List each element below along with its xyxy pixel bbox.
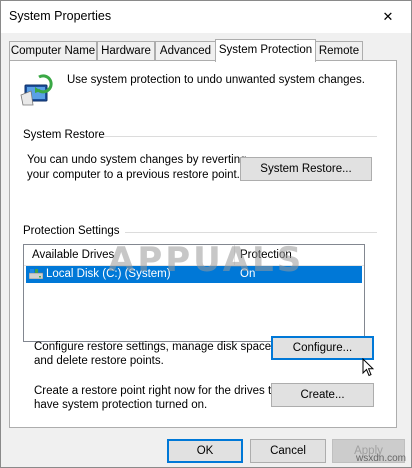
title-bar[interactable]: System Properties ✕ [1,1,411,33]
tab-remote[interactable]: Remote [315,41,363,60]
create-button[interactable]: Create... [271,383,374,407]
window-title: System Properties [9,9,112,23]
configure-description-line1: Configure restore settings, manage disk … [34,341,275,353]
create-description: Create a restore point right now for the… [34,384,287,412]
close-icon: ✕ [382,9,394,24]
site-watermark: wsxdn.com [355,453,406,464]
mouse-cursor-icon [362,357,375,380]
create-description-line1: Create a restore point right now for the… [34,385,288,397]
configure-description-line2: and delete restore points. [34,355,164,367]
cancel-button[interactable]: Cancel [250,439,326,463]
tab-advanced[interactable]: Advanced [155,41,216,60]
tab-hardware[interactable]: Hardware [97,41,155,60]
system-restore-group-label: System Restore [23,129,105,141]
system-properties-window: System Properties ✕ Computer Name Hardwa… [0,0,412,468]
system-restore-description: You can undo system changes by reverting… [27,153,247,183]
tab-system-protection[interactable]: System Protection [215,39,316,62]
group-divider [125,232,377,233]
tab-computer-name[interactable]: Computer Name [9,41,97,60]
system-restore-description-line2: your computer to a previous restore poin… [27,169,240,181]
create-description-line2: have system protection turned on. [34,399,208,411]
system-restore-description-line1: You can undo system changes by reverting [27,154,247,166]
intro-text: Use system protection to undo unwanted s… [67,74,365,86]
computer-shield-icon [19,71,57,107]
close-button[interactable]: ✕ [365,1,411,33]
group-divider [101,136,377,137]
column-header-available-drives[interactable]: Available Drives [32,249,114,261]
ok-button[interactable]: OK [167,439,243,463]
configure-description: Configure restore settings, manage disk … [34,340,274,368]
protection-settings-group-label: Protection Settings [23,225,120,237]
appuals-watermark: APPUALS [108,240,305,280]
system-restore-button[interactable]: System Restore... [240,157,372,181]
drive-icon [28,269,44,280]
configure-button[interactable]: Configure... [271,336,374,360]
